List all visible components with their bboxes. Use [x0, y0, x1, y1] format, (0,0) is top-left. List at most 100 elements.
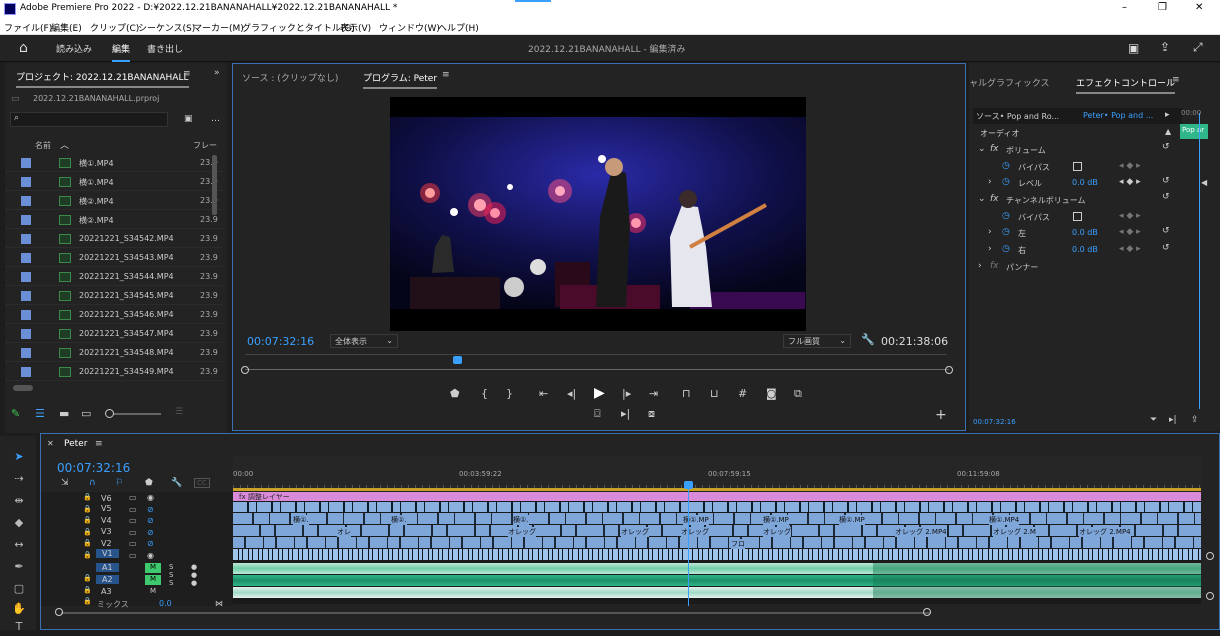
clip-bar[interactable]: Pop ar [1180, 124, 1208, 139]
nest-icon[interactable]: ⇲ [61, 478, 69, 488]
program-tab[interactable]: プログラム: Peter [363, 71, 438, 89]
list-item[interactable]: 20221221_S34548.MP4 23.9 [5, 344, 223, 362]
mute-button[interactable]: M [145, 575, 161, 585]
ripple-edit-tool-icon[interactable]: ⇹ [10, 494, 28, 510]
sort-icon[interactable]: ☰ [175, 407, 183, 417]
keyframe-nav[interactable]: ◂ ◆ ▸ [1119, 177, 1141, 187]
project-tab[interactable]: プロジェクト: 2022.12.21BANANAHALL [16, 70, 189, 88]
label-color[interactable] [21, 158, 31, 168]
horizontal-scrollbar[interactable] [61, 612, 931, 614]
adjustment-layer-clip[interactable]: fx 調整レイヤー [233, 492, 1201, 501]
list-item[interactable]: 20221221_S34545.MP4 23.9 [5, 287, 223, 305]
menu-file[interactable]: ファイル(F) [4, 21, 52, 34]
reset-icon[interactable]: ↺ [1162, 176, 1170, 186]
mute-button[interactable]: M [145, 587, 161, 597]
add-button-icon[interactable]: + [935, 407, 947, 423]
list-item[interactable]: 20221221_S34543.MP4 23.9 [5, 249, 223, 267]
program-timecode[interactable]: 00:07:32:16 [247, 335, 314, 348]
comparison-icon[interactable]: # [738, 387, 747, 400]
column-fps[interactable]: フレー [193, 140, 217, 151]
label-color[interactable] [21, 196, 31, 206]
label-color[interactable] [21, 329, 31, 339]
target-dropdown[interactable]: Peter• Pop and ... [1083, 111, 1153, 120]
close-button[interactable]: ✕ [1195, 2, 1203, 13]
stopwatch-icon[interactable]: ◷ [1002, 244, 1010, 254]
step-back-icon[interactable]: ◂| [567, 387, 576, 400]
scroll-up-icon[interactable]: ▲ [1165, 127, 1171, 136]
label-color[interactable] [21, 253, 31, 263]
mini-timeline[interactable] [245, 354, 947, 368]
snap-icon[interactable]: ∩ [89, 478, 96, 488]
effect-controls-tab[interactable]: エフェクトコントロール [1076, 76, 1176, 94]
quick-export-icon[interactable]: ▣ [1128, 41, 1139, 55]
horizontal-scrollbar[interactable] [13, 385, 33, 391]
tab-edit[interactable]: 編集 [112, 42, 131, 62]
reset-icon[interactable]: ↺ [1162, 192, 1170, 202]
track-label[interactable]: V1 [96, 549, 119, 558]
extract-icon[interactable]: ⊔ [710, 387, 719, 400]
lift-icon[interactable]: ⊓ [682, 387, 691, 400]
linked-selection-icon[interactable]: ⚐ [115, 478, 123, 488]
keyframe-nav[interactable]: ◂ ◆ ▸ [1119, 227, 1141, 237]
menu-sequence[interactable]: シーケンス(S) [138, 21, 195, 34]
source-tab[interactable]: ソース : (クリップなし) [242, 71, 338, 84]
panel-menu-icon[interactable]: ≡ [1172, 75, 1180, 85]
step-forward-icon[interactable]: |▸ [622, 387, 631, 400]
more-icon[interactable]: … [211, 114, 220, 124]
label-color[interactable] [21, 234, 31, 244]
filter-icon[interactable]: ⏷ [1150, 415, 1157, 425]
pencil-icon[interactable]: ✎ [11, 407, 20, 420]
track-label[interactable]: V3 [101, 527, 112, 536]
menu-marker[interactable]: マーカー(M) [193, 21, 244, 34]
v4-clips[interactable] [233, 513, 1201, 524]
reset-icon[interactable]: ↺ [1162, 142, 1170, 152]
zoom-slider-handle[interactable] [105, 409, 114, 418]
label-color[interactable] [21, 177, 31, 187]
go-to-out-icon[interactable]: ⇥ [649, 387, 658, 400]
export-frame-icon[interactable]: ◙ [766, 387, 777, 400]
bypass-checkbox[interactable] [1073, 212, 1082, 221]
ec-playhead[interactable] [1199, 113, 1200, 409]
scroll-handle-left[interactable] [55, 608, 63, 616]
maximize-button[interactable]: ❐ [1158, 2, 1167, 13]
menu-clip[interactable]: クリップ(C) [90, 21, 139, 34]
minimize-button[interactable]: – [1122, 2, 1127, 13]
list-item[interactable]: 20221221_S34549.MP4 23.9 [5, 363, 223, 381]
stopwatch-icon[interactable]: ◷ [1002, 227, 1010, 237]
reset-icon[interactable]: ↺ [1162, 243, 1170, 253]
track-label[interactable]: V4 [101, 516, 112, 525]
list-item[interactable]: 20221221_S34542.MP4 23.9 [5, 230, 223, 248]
track-select-tool-icon[interactable]: ⇢ [10, 472, 28, 488]
tab-export[interactable]: 書き出し [147, 42, 183, 55]
v3-clips[interactable] [233, 525, 1201, 536]
hand-tool-icon[interactable]: ✋ [10, 602, 28, 618]
mark-out-icon[interactable]: } [506, 387, 513, 400]
selection-tool-icon[interactable]: ➤ [10, 450, 28, 466]
close-icon[interactable]: ✕ [47, 439, 54, 448]
quality-dropdown[interactable]: フル画質 ⌄ [783, 334, 851, 348]
play-only-icon[interactable]: ▸| [1169, 415, 1177, 425]
list-item[interactable]: 横②.MP4 23.9 [5, 211, 223, 229]
track-label[interactable]: A2 [96, 575, 119, 584]
add-marker-icon[interactable]: ⬟ [145, 478, 153, 488]
vr-icon[interactable]: ⌼ [594, 407, 601, 421]
timeline-playhead-handle[interactable] [684, 481, 694, 489]
panel-menu-icon[interactable]: ≡ [95, 439, 103, 449]
column-name[interactable]: 名前 [35, 140, 51, 151]
stopwatch-icon[interactable]: ◷ [1002, 211, 1010, 221]
list-item[interactable]: 横①.MP4 23.9 [5, 154, 223, 172]
settings-wrench-icon[interactable]: 🔧 [171, 478, 182, 488]
timeline-timecode[interactable]: 00:07:32:16 [57, 461, 130, 475]
bypass-checkbox[interactable] [1073, 162, 1082, 171]
stopwatch-icon[interactable]: ◷ [1002, 161, 1010, 171]
sequence-tab[interactable]: Peter [64, 439, 87, 449]
out-handle[interactable] [945, 366, 953, 374]
playhead-marker[interactable] [452, 356, 462, 364]
freeform-view-icon[interactable]: ▭ [81, 407, 91, 420]
track-label[interactable]: V5 [101, 504, 112, 513]
mute-button[interactable]: M [145, 563, 161, 573]
mic-icon[interactable]: ● ● ● [191, 563, 197, 587]
panel-menu-icon[interactable]: ≡ [442, 70, 450, 80]
label-color[interactable] [21, 215, 31, 225]
in-handle[interactable] [241, 366, 249, 374]
